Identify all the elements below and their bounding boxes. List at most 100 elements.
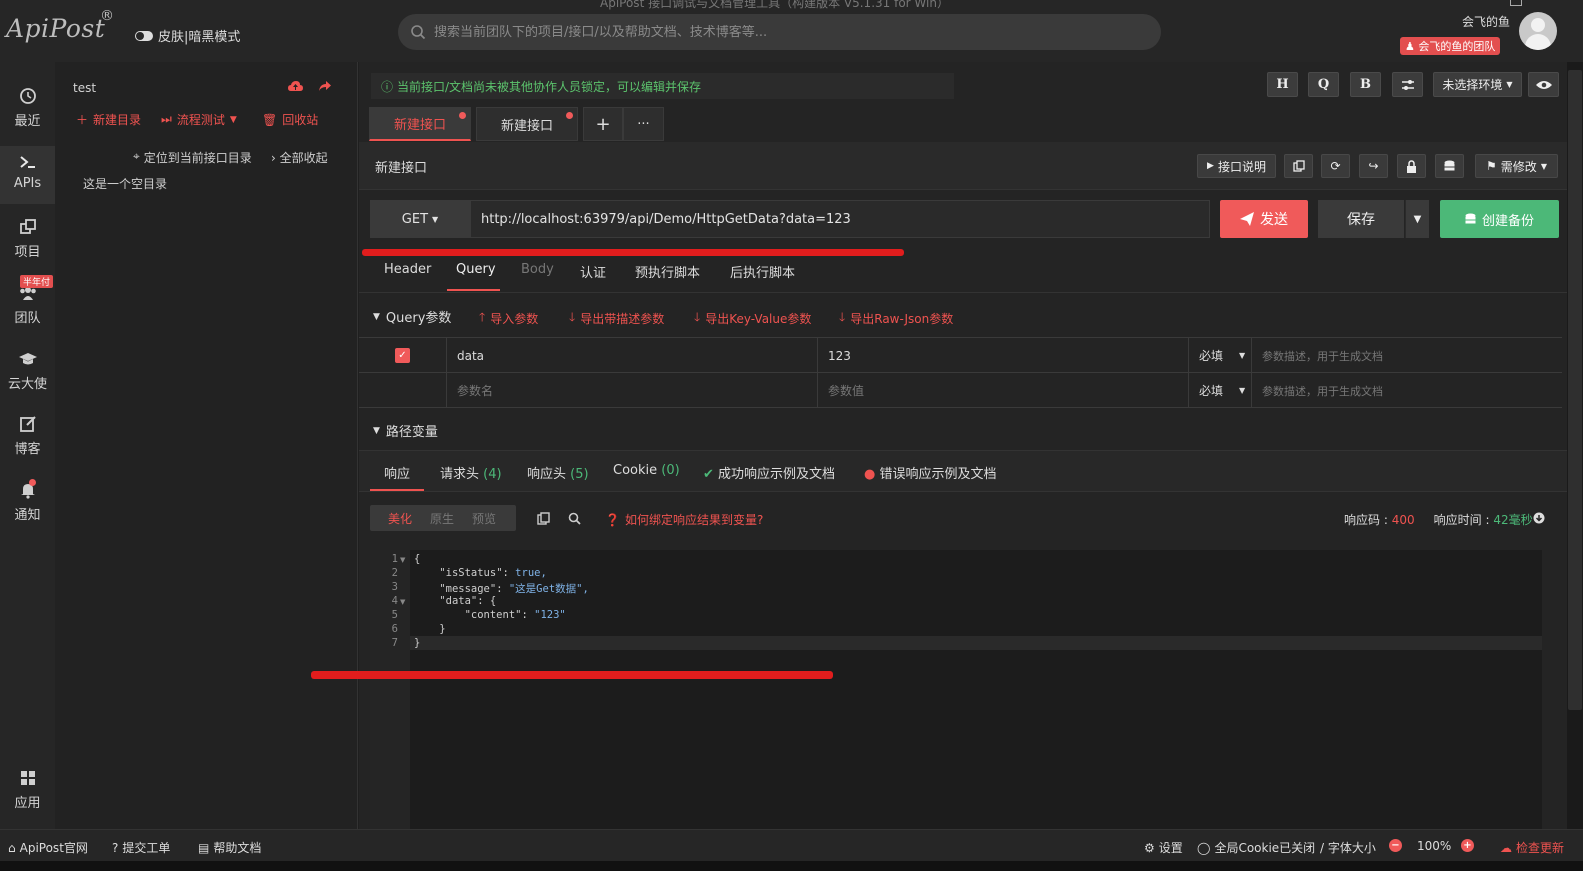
url-input[interactable] [470, 200, 1210, 238]
nav-ambassador[interactable]: 云大使 [0, 349, 55, 392]
arrow-down-icon: 🡓 [569, 310, 576, 324]
param-description[interactable]: 参数描述，用于生成文档 [1252, 338, 1562, 373]
tab-new-api-1[interactable]: 新建接口 [369, 107, 471, 141]
apipost-site-link[interactable]: ⌂ ApiPost官网 [8, 839, 88, 856]
save-button[interactable]: 保存 [1318, 200, 1404, 238]
more-tabs-button[interactable]: ··· [623, 107, 664, 141]
apps-grid-icon [18, 768, 38, 788]
checkbox-checked[interactable]: ✓ [395, 348, 410, 363]
annotation-underline [362, 249, 904, 256]
collapse-all-button[interactable]: › 全部收起 [271, 149, 328, 166]
locate-current-button[interactable]: ⌖ 定位到当前接口目录 [133, 149, 252, 166]
copy-icon[interactable] [537, 512, 550, 525]
tab-body[interactable]: Body [521, 262, 554, 277]
tab-pre-script[interactable]: 预执行脚本 [635, 262, 700, 281]
tab-header[interactable]: Header [384, 262, 431, 277]
tab-auth[interactable]: 认证 [580, 262, 606, 281]
zoom-in-button[interactable]: + [1461, 839, 1474, 852]
create-backup-button[interactable]: 创建备份 [1440, 200, 1559, 238]
cloud-upload-icon[interactable] [288, 79, 303, 93]
tab-response-headers[interactable]: 响应头 (5) [527, 463, 589, 482]
copy-button[interactable] [1284, 154, 1313, 178]
tab-query[interactable]: Query [456, 262, 496, 277]
format-preview-button[interactable]: 预览 [472, 510, 496, 527]
param-value-input[interactable]: 参数值 [818, 373, 1189, 408]
global-cookie-toggle[interactable]: ◯ 全局Cookie已关闭 [1197, 839, 1315, 856]
flow-test-button[interactable]: ⏭ 流程测试 ▼ [161, 111, 237, 128]
format-raw-button[interactable]: 原生 [430, 510, 454, 527]
nav-project[interactable]: 项目 [0, 217, 55, 260]
database-button[interactable] [1435, 154, 1464, 178]
export-desc-params-button[interactable]: 🡓 导出带描述参数 [569, 308, 664, 329]
fold-arrow-icon[interactable]: ▼ [400, 556, 405, 564]
refresh-button[interactable]: ⟳ [1321, 154, 1350, 178]
settings-button[interactable]: ⚙ 设置 [1144, 839, 1183, 856]
api-doc-button[interactable]: ▶ 接口说明 [1197, 154, 1276, 178]
preview-button[interactable] [1528, 72, 1559, 97]
nav-team[interactable]: 团队 [0, 283, 55, 326]
forward-button[interactable]: ↪ [1359, 154, 1388, 178]
add-tab-button[interactable]: + [583, 107, 623, 141]
search-icon[interactable] [568, 512, 581, 525]
top-bar: ApiPost 接口调试与文档管理工具（构建版本 V5.1.31 for Win… [0, 0, 1583, 62]
export-kv-params-button[interactable]: 🡓 导出Key-Value参数 [694, 308, 811, 329]
maximize-icon[interactable] [1510, 0, 1522, 6]
required-select[interactable]: 必填 ▼ [1189, 373, 1252, 408]
status-select[interactable]: ⚑ 需修改 ▼ [1475, 154, 1558, 178]
download-icon[interactable] [1533, 512, 1545, 524]
export-raw-json-button[interactable]: 🡓 导出Raw-Json参数 [839, 308, 953, 329]
nav-apps[interactable]: 应用 [0, 768, 55, 811]
tab-error-example[interactable]: ● 错误响应示例及文档 [864, 463, 997, 482]
user-name[interactable]: 会飞的鱼 [1462, 13, 1510, 30]
param-key-input[interactable]: 参数名 [447, 373, 818, 408]
search-input[interactable] [434, 24, 1134, 40]
check-update-button[interactable]: ☁ 检查更新 [1500, 839, 1564, 856]
send-button[interactable]: 发送 [1220, 200, 1308, 238]
bind-response-help-link[interactable]: ❓ 如何绑定响应结果到变量? [605, 511, 763, 528]
half-year-badge: 半年付 [20, 275, 54, 288]
tab-new-api-2[interactable]: 新建接口 [476, 107, 578, 141]
tab-post-script[interactable]: 后执行脚本 [730, 262, 795, 281]
nav-apis[interactable]: APIs [0, 146, 55, 204]
tab-success-example[interactable]: ✔ 成功响应示例及文档 [703, 463, 835, 482]
team-badge[interactable]: ♟ 会飞的鱼的团队 [1400, 37, 1501, 55]
gear-icon: ⚙ [1144, 840, 1155, 855]
import-params-button[interactable]: 🡑 导入参数 [479, 308, 538, 329]
submit-ticket-link[interactable]: ? 提交工单 [112, 839, 170, 856]
path-variables-toggle[interactable]: ▼ 路径变量 [373, 421, 438, 440]
global-search[interactable] [398, 14, 1161, 50]
api-tree-panel: test ＋ 新建目录 ⏭ 流程测试 ▼ 🗑 回收站 ⌖ 定位到当前接口目录 ›… [55, 62, 358, 829]
required-select[interactable]: 必填 ▼ [1189, 338, 1252, 373]
save-dropdown-button[interactable]: ▼ [1405, 200, 1429, 238]
method-select[interactable]: GET ▼ [370, 200, 470, 238]
nav-notifications[interactable]: 通知 [0, 480, 55, 523]
code-line: "message": "这是Get数据", [439, 583, 589, 595]
share-icon[interactable] [318, 79, 332, 93]
fold-arrow-icon[interactable]: ▼ [400, 598, 405, 606]
format-pretty-button[interactable]: 美化 [388, 510, 412, 527]
tab-response[interactable]: 响应 [384, 463, 410, 482]
avatar[interactable] [1519, 12, 1557, 50]
recycle-bin-button[interactable]: 🗑 回收站 [262, 111, 318, 128]
new-directory-button[interactable]: ＋ 新建目录 [76, 111, 141, 128]
h-button[interactable]: H [1267, 72, 1298, 97]
help-docs-link[interactable]: ▤ 帮助文档 [198, 839, 261, 856]
plus-icon: + [1461, 839, 1474, 852]
tab-request-headers[interactable]: 请求头 (4) [440, 463, 502, 482]
api-name[interactable]: 新建接口 [375, 157, 427, 176]
query-params-toggle[interactable]: ▼ Query参数 [373, 307, 451, 326]
sliders-button[interactable] [1392, 72, 1423, 97]
zoom-out-button[interactable]: − [1389, 839, 1402, 852]
nav-recent[interactable]: 最近 [0, 86, 55, 129]
nav-blog[interactable]: 博客 [0, 414, 55, 457]
param-key[interactable]: data [447, 338, 818, 373]
environment-select[interactable]: 未选择环境 ▼ [1433, 72, 1522, 97]
lock-button[interactable] [1397, 154, 1426, 178]
scrollbar-thumb[interactable] [1568, 70, 1582, 710]
param-description[interactable]: 参数描述，用于生成文档 [1252, 373, 1562, 408]
param-value[interactable]: 123 [818, 338, 1189, 373]
tab-cookie[interactable]: Cookie (0) [613, 463, 680, 478]
b-button[interactable]: B [1350, 72, 1381, 97]
skin-dark-mode-toggle[interactable]: 皮肤|暗黑模式 [135, 26, 240, 45]
q-button[interactable]: Q [1308, 72, 1339, 97]
